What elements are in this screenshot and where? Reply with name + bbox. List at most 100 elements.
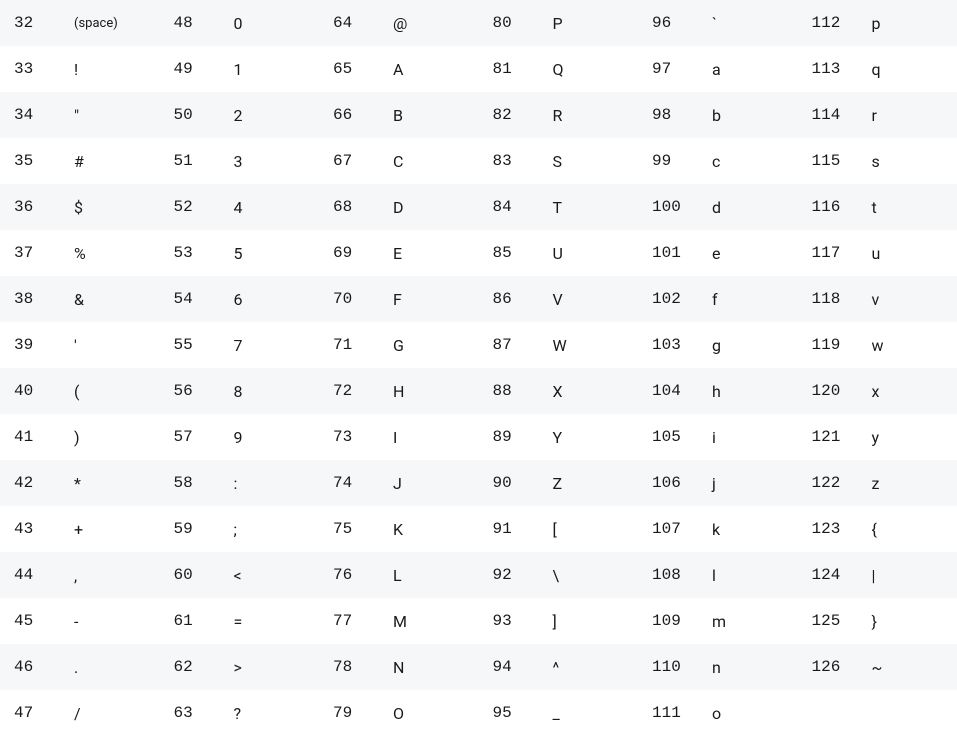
ascii-code: 83 (493, 152, 553, 170)
ascii-code: 85 (493, 244, 553, 262)
ascii-code: 84 (493, 198, 553, 216)
ascii-row: 99c (638, 138, 798, 184)
ascii-row: 116t (798, 184, 957, 230)
ascii-row: 546 (160, 276, 320, 322)
ascii-char: > (234, 658, 242, 677)
ascii-char: I (393, 428, 397, 447)
ascii-row: 33! (0, 46, 160, 92)
ascii-row: 117u (798, 230, 957, 276)
ascii-row: 37% (0, 230, 160, 276)
ascii-char: Y (553, 428, 563, 447)
ascii-char: 4 (234, 198, 243, 217)
ascii-char: p (872, 14, 881, 33)
ascii-char: A (393, 60, 403, 79)
ascii-char: L (393, 566, 402, 585)
ascii-table: 32(space)33!34"35#36$37%38&39'40(41)42*4… (0, 0, 957, 736)
ascii-char: 8 (234, 382, 243, 401)
ascii-char: s (872, 152, 880, 171)
ascii-row: 535 (160, 230, 320, 276)
ascii-code: 110 (652, 658, 712, 676)
ascii-row: 65A (319, 46, 479, 92)
ascii-code: 123 (812, 520, 872, 538)
ascii-code: 68 (333, 198, 393, 216)
ascii-code: 119 (812, 336, 872, 354)
ascii-row: 108l (638, 552, 798, 598)
ascii-row: 115s (798, 138, 957, 184)
ascii-code: 94 (493, 658, 553, 676)
ascii-char: g (712, 336, 721, 355)
ascii-char: e (712, 244, 720, 263)
ascii-code: 104 (652, 382, 712, 400)
ascii-column: 96`97a98b99c100d101e102f103g104h105i106j… (638, 0, 798, 736)
ascii-code: 107 (652, 520, 712, 538)
ascii-code: 82 (493, 106, 553, 124)
ascii-row: 80P (479, 0, 639, 46)
ascii-code: 40 (14, 382, 74, 400)
ascii-code: 90 (493, 474, 553, 492)
ascii-code: 87 (493, 336, 553, 354)
ascii-row: 100d (638, 184, 798, 230)
ascii-char: v (872, 290, 880, 309)
ascii-code: 126 (812, 658, 872, 676)
ascii-code: 36 (14, 198, 74, 216)
ascii-row: 84T (479, 184, 639, 230)
ascii-char: c (712, 152, 720, 171)
ascii-row: 524 (160, 184, 320, 230)
ascii-code: 117 (812, 244, 872, 262)
ascii-code: 101 (652, 244, 712, 262)
ascii-char: M (393, 612, 407, 631)
ascii-char: [ (553, 520, 557, 539)
ascii-code: 53 (174, 244, 234, 262)
ascii-code: 76 (333, 566, 393, 584)
ascii-code: 37 (14, 244, 74, 262)
ascii-row: 93] (479, 598, 639, 644)
ascii-row: 36$ (0, 184, 160, 230)
ascii-code: 96 (652, 14, 712, 32)
ascii-char: ) (74, 428, 80, 447)
ascii-row: 480 (160, 0, 320, 46)
ascii-code: 57 (174, 428, 234, 446)
ascii-code: 47 (14, 704, 74, 722)
ascii-char: & (74, 290, 84, 309)
ascii-code: 43 (14, 520, 74, 538)
ascii-char: N (393, 658, 404, 677)
ascii-char: C (393, 152, 403, 171)
ascii-row: 123{ (798, 506, 957, 552)
ascii-row: 102f (638, 276, 798, 322)
ascii-code: 86 (493, 290, 553, 308)
ascii-code: 55 (174, 336, 234, 354)
ascii-column: 80P81Q82R83S84T85U86V87W88X89Y90Z91[92\9… (479, 0, 639, 736)
ascii-char: y (872, 428, 880, 447)
ascii-char: , (74, 566, 77, 585)
ascii-row: 103g (638, 322, 798, 368)
ascii-row: 119w (798, 322, 957, 368)
ascii-char: % (74, 244, 86, 263)
ascii-char: d (712, 198, 721, 217)
ascii-char: * (74, 474, 81, 493)
ascii-char: / (74, 704, 81, 723)
ascii-char: ? (234, 704, 242, 723)
ascii-char: f (712, 290, 718, 309)
ascii-char: \ (553, 566, 560, 585)
ascii-row: 91[ (479, 506, 639, 552)
ascii-code: 50 (174, 106, 234, 124)
ascii-code: 71 (333, 336, 393, 354)
ascii-code: 69 (333, 244, 393, 262)
ascii-row: 97a (638, 46, 798, 92)
ascii-char: E (393, 244, 402, 263)
ascii-row: 76L (319, 552, 479, 598)
ascii-row: 70F (319, 276, 479, 322)
ascii-char: $ (74, 198, 83, 217)
ascii-code: 121 (812, 428, 872, 446)
ascii-char: ; (234, 520, 237, 539)
ascii-code: 124 (812, 566, 872, 584)
ascii-char: } (872, 612, 877, 631)
ascii-row: 77M (319, 598, 479, 644)
ascii-code: 67 (333, 152, 393, 170)
ascii-char: G (393, 336, 404, 355)
ascii-code: 39 (14, 336, 74, 354)
ascii-char: : (234, 474, 238, 493)
ascii-code: 66 (333, 106, 393, 124)
ascii-code: 62 (174, 658, 234, 676)
ascii-row: 63? (160, 690, 320, 736)
